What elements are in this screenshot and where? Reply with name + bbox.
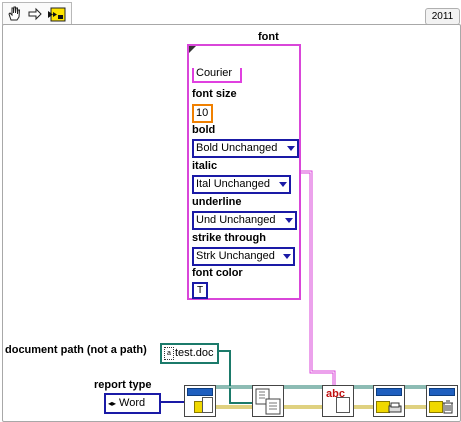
font-name-control[interactable]: Courier <box>192 68 242 83</box>
document-path-control[interactable]: a test.doc <box>160 343 219 364</box>
document-path-wire <box>218 350 252 404</box>
report-type-label: report type <box>94 379 152 391</box>
bold-enum-value: Bold Unchanged <box>196 142 278 154</box>
italic-enum-value: Ital Unchanged <box>196 178 270 190</box>
document-path-value: test.doc <box>175 347 214 359</box>
report-type-control[interactable]: ◂▸ Word <box>104 393 161 414</box>
open-document-icon[interactable] <box>252 385 284 417</box>
italic-enum[interactable]: Ital Unchanged <box>192 175 291 194</box>
underline-label: underline <box>192 196 242 208</box>
strike-through-enum[interactable]: Strk Unchanged <box>192 247 295 266</box>
italic-label: italic <box>192 160 218 172</box>
print-report-icon[interactable] <box>373 385 405 417</box>
font-cluster-wire <box>297 170 336 386</box>
font-cluster-title: font <box>258 31 279 43</box>
font-color-label: font color <box>192 267 243 279</box>
font-size-label: font size <box>192 88 237 100</box>
dispose-report-icon[interactable] <box>426 385 458 417</box>
strike-through-label: strike through <box>192 232 266 244</box>
increment-decrement-icon[interactable]: ◂▸ <box>108 399 116 408</box>
underline-enum[interactable]: Und Unchanged <box>192 211 297 230</box>
dropdown-arrow-icon <box>279 182 287 187</box>
font-color-control[interactable]: T <box>192 282 208 299</box>
dropdown-arrow-icon <box>285 218 293 223</box>
dropdown-arrow-icon <box>287 146 295 151</box>
font-size-control[interactable]: 10 <box>192 104 213 123</box>
path-string-icon: a <box>164 346 174 360</box>
underline-enum-value: Und Unchanged <box>196 214 276 226</box>
document-path-label: document path (not a path) <box>5 344 147 356</box>
dropdown-arrow-icon <box>283 254 291 259</box>
font-cluster: Courier font size 10 bold Bold Unchanged… <box>187 44 301 300</box>
bold-enum[interactable]: Bold Unchanged <box>192 139 299 158</box>
new-report-icon[interactable] <box>184 385 216 417</box>
set-font-icon[interactable]: abc <box>322 385 354 417</box>
cluster-corner-icon <box>189 46 196 53</box>
strike-through-enum-value: Strk Unchanged <box>196 250 275 262</box>
bold-label: bold <box>192 124 216 136</box>
report-type-value: Word <box>119 397 146 409</box>
